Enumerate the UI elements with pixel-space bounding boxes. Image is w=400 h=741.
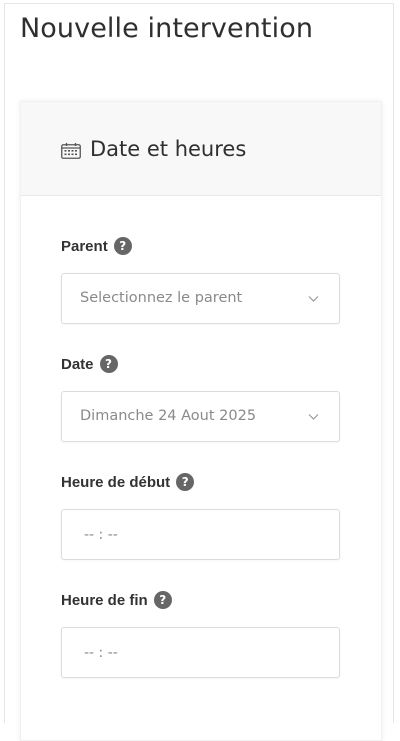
parent-label-text: Parent	[61, 237, 108, 255]
parent-select[interactable]: Selectionnez le parent	[61, 273, 340, 324]
parent-label: Parent ?	[61, 237, 132, 255]
start-time-field	[61, 509, 340, 560]
section-title: Date et heures	[90, 137, 247, 161]
end-time-label-text: Heure de fin	[61, 591, 148, 609]
date-select[interactable]: Dimanche 24 Aout 2025	[61, 391, 340, 442]
card-header: Date et heures	[21, 102, 381, 196]
parent-select-value: Selectionnez le parent	[80, 290, 243, 306]
end-time-field	[61, 627, 340, 678]
date-label: Date ?	[61, 355, 118, 373]
date-hours-card: Date et heures Parent ? Selectionnez le …	[20, 101, 382, 741]
date-select-value: Dimanche 24 Aout 2025	[80, 408, 257, 424]
parent-help-icon[interactable]: ?	[113, 237, 132, 255]
start-time-help-icon[interactable]: ?	[176, 473, 195, 491]
page-title: Nouvelle intervention	[20, 13, 314, 44]
chevron-down-icon	[308, 414, 319, 420]
date-label-text: Date	[61, 355, 94, 373]
calendar-icon	[61, 143, 81, 159]
start-time-input[interactable]	[62, 510, 339, 559]
end-time-input[interactable]	[62, 628, 339, 677]
start-time-label: Heure de début ?	[61, 473, 195, 491]
date-help-icon[interactable]: ?	[99, 355, 118, 373]
start-time-label-text: Heure de début	[61, 473, 171, 491]
end-time-help-icon[interactable]: ?	[153, 591, 172, 609]
page-container: Nouvelle intervention Date et heures Par…	[4, 3, 394, 741]
chevron-down-icon	[308, 296, 319, 302]
end-time-label: Heure de fin ?	[61, 591, 172, 609]
